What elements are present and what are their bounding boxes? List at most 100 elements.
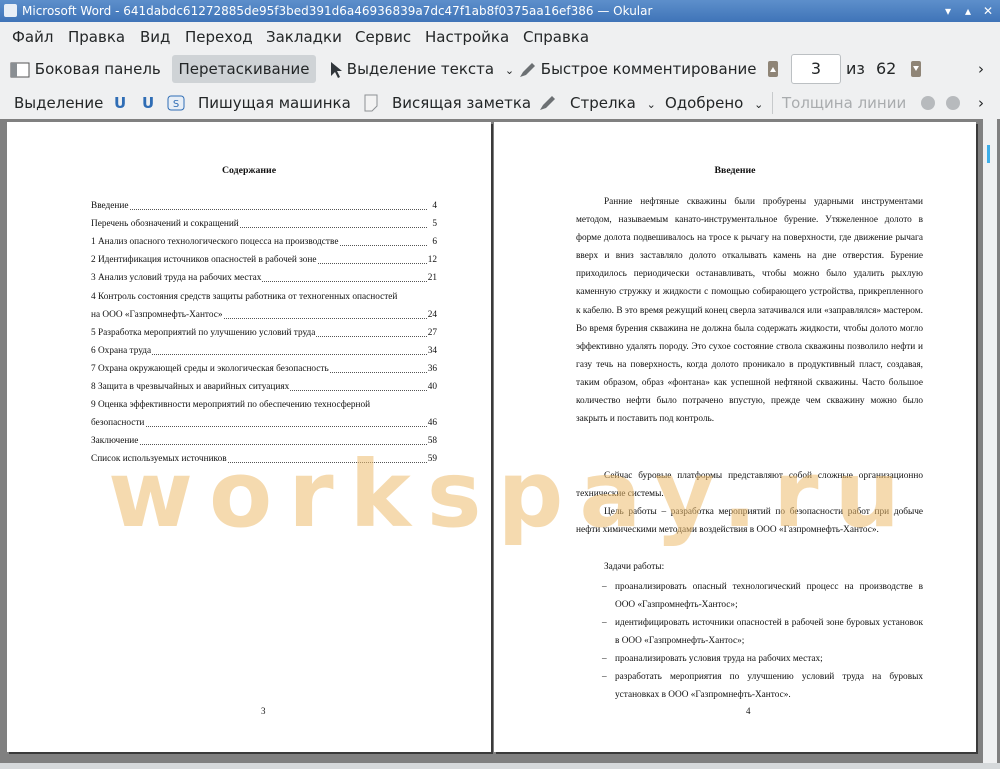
chevron-down-icon[interactable]: ⌄ (754, 98, 763, 111)
toolbar-overflow-icon[interactable]: › (978, 89, 984, 117)
toc-entry-text: Список используемых источников (91, 452, 228, 467)
toc-entry-text: Введение (91, 199, 130, 213)
toc-entry[interactable]: 6 Охрана труда 34 (91, 343, 437, 358)
menu-bar: Файл Правка Вид Переход Закладки Сервис … (0, 22, 1000, 52)
document-view[interactable]: Содержание Введение 4 Перечень обозначений… (0, 119, 1000, 763)
toc-entry[interactable]: 3 Анализ условий труда на рабочих местах… (91, 271, 437, 286)
sticky-note-icon[interactable] (364, 94, 378, 112)
chevron-down-icon[interactable]: ⌄ (505, 64, 514, 77)
toc-entry[interactable]: 1 Анализ опасного технологического поцес… (91, 235, 437, 250)
toc-entry[interactable]: Введение 4 (91, 199, 437, 213)
window-title: Microsoft Word - 641dabdc61272885de95f3b… (22, 4, 653, 18)
toc-heading: Содержание (221, 165, 277, 176)
pdf-page-3: Содержание Введение 4 Перечень обозначений… (7, 122, 491, 752)
menu-help[interactable]: Справка (523, 22, 589, 52)
toc-entry[interactable]: Список используемых источников 59 (91, 452, 437, 467)
menu-bookmarks[interactable]: Закладки (266, 22, 342, 52)
maximize-icon[interactable]: ▴ (960, 3, 976, 19)
minimize-icon[interactable]: ▾ (940, 3, 956, 19)
strikeout-icon[interactable]: S (167, 95, 185, 111)
svg-text:S: S (173, 99, 179, 110)
task-item: разработать мероприятия по улучшению усл… (615, 672, 923, 701)
menu-tools[interactable]: Сервис (355, 22, 411, 52)
sidebar-button[interactable]: Боковая панель (10, 55, 161, 83)
toc-entry-page: 12 (426, 253, 437, 268)
menu-file[interactable]: Файл (12, 22, 53, 52)
page-total: 62 (876, 59, 897, 78)
toc-entry-text: Перечень обозначений и сокращений (91, 217, 240, 232)
stamp-button[interactable]: Одобрено ⌄ (665, 89, 763, 117)
toc-entry[interactable]: Перечень обозначений и сокращений 5 (91, 217, 437, 232)
arrow-pen-icon[interactable] (538, 94, 556, 112)
menu-edit[interactable]: Правка (68, 22, 125, 52)
sidebar-label: Боковая панель (34, 60, 161, 78)
menu-settings[interactable]: Настройка (425, 22, 509, 52)
toolbar-separator (772, 92, 773, 114)
toc-entry-text: 8 Защита в чрезвычайных и аварийных ситу… (91, 380, 291, 394)
toc-entry[interactable]: на ООО «Газпромнефть-Хантос» 24 (91, 307, 437, 322)
cursor-arrow-icon (331, 61, 342, 78)
okular-app-icon[interactable] (4, 4, 17, 17)
page-number: 3 (261, 706, 266, 716)
toc-entry[interactable]: безопасности 46 (91, 416, 437, 431)
drag-tool-button[interactable]: Перетаскивание (172, 55, 316, 83)
title-bar: Microsoft Word - 641dabdc61272885de95f3b… (0, 0, 1000, 22)
toc-entry-text: 7 Охрана окружающей среды и экологическа… (91, 361, 330, 376)
toc-entry[interactable]: 4 Контроль состояния средств защиты рабо… (91, 289, 437, 304)
drag-tool-label: Перетаскивание (178, 60, 310, 78)
scrollbar-thumb[interactable] (987, 145, 990, 163)
chevron-down-icon[interactable]: ⌄ (647, 98, 656, 111)
toc-entry-page: 46 (426, 416, 437, 431)
toc-entry-page: 24 (426, 307, 437, 322)
color-palette-icon[interactable] (920, 95, 936, 111)
toc-entry-text: 5 Разработка мероприятий по улучшению ус… (91, 325, 317, 340)
list-bullet: – (602, 672, 607, 682)
toc-entry-page: 6 (431, 235, 437, 250)
arrow-button[interactable]: Стрелка ⌄ (570, 89, 656, 117)
toc-entry-text: 9 Оценка эффективности мероприятий по об… (91, 398, 372, 413)
page-of-text: из (846, 59, 865, 78)
vertical-scrollbar[interactable] (983, 119, 997, 763)
quick-comment-button[interactable]: Быстрое комментирование (518, 55, 757, 83)
close-icon[interactable]: ✕ (980, 3, 996, 19)
toc-entry-text: 2 Идентификация источников опасностей в … (91, 253, 318, 268)
task-item: проанализировать опасный технологический… (615, 582, 923, 611)
opacity-icon[interactable] (945, 95, 961, 111)
toc-entry-text: 4 Контроль состояния средств защиты рабо… (91, 289, 399, 304)
typewriter-label: Пишущая машинка (198, 94, 351, 112)
toolbar-overflow-icon[interactable]: › (978, 55, 984, 83)
toc-entry-page: 27 (426, 325, 437, 340)
toc-entry-text: 1 Анализ опасного технологического поцес… (91, 235, 340, 250)
highlight-button[interactable]: Выделение (14, 89, 103, 117)
toc-entry-page: 59 (426, 452, 437, 467)
toc-leader-dots (91, 209, 427, 210)
menu-view[interactable]: Вид (140, 22, 170, 52)
menu-go[interactable]: Переход (185, 22, 253, 52)
toc-entry[interactable]: 2 Идентификация источников опасностей в … (91, 253, 437, 268)
toc-leader-dots (91, 444, 427, 446)
status-bar (0, 763, 1000, 769)
toc-entry[interactable]: Заключение 58 (91, 434, 437, 449)
main-toolbar: Боковая панель Перетаскивание Выделение … (0, 52, 1000, 86)
intro-paragraph-1: Ранние нефтяные скважины были пробурены … (576, 197, 923, 425)
sticky-note-button[interactable]: Висящая заметка (392, 89, 531, 117)
squiggle-icon[interactable]: U (142, 89, 154, 117)
typewriter-button[interactable]: Пишущая машинка (198, 89, 351, 117)
next-page-icon[interactable] (911, 61, 921, 77)
list-bullet: – (602, 582, 607, 592)
toc-entry-text: 3 Анализ условий труда на рабочих местах (91, 271, 263, 286)
toc-entry[interactable]: 9 Оценка эффективности мероприятий по об… (91, 398, 437, 413)
underline-icon[interactable]: U (114, 89, 126, 117)
text-select-button[interactable]: Выделение текста ⌄ (328, 55, 514, 83)
toc-entry[interactable]: 7 Охрана окружающей среды и экологическа… (91, 361, 437, 376)
page-number-input[interactable]: 3 (791, 54, 841, 84)
line-width-button[interactable]: Толщина линии (782, 89, 906, 117)
toc-entry[interactable]: 8 Защита в чрезвычайных и аварийных ситу… (91, 380, 437, 394)
sidebar-icon (10, 62, 30, 77)
task-item: проанализировать условия труда на рабочи… (615, 654, 823, 664)
toc-entry[interactable]: 5 Разработка мероприятий по улучшению ус… (91, 325, 437, 340)
task-item: идентифицировать источники опасностей в … (615, 618, 923, 647)
sticky-note-label: Висящая заметка (392, 94, 532, 112)
page-number: 4 (746, 706, 751, 716)
previous-page-icon[interactable] (768, 61, 778, 77)
